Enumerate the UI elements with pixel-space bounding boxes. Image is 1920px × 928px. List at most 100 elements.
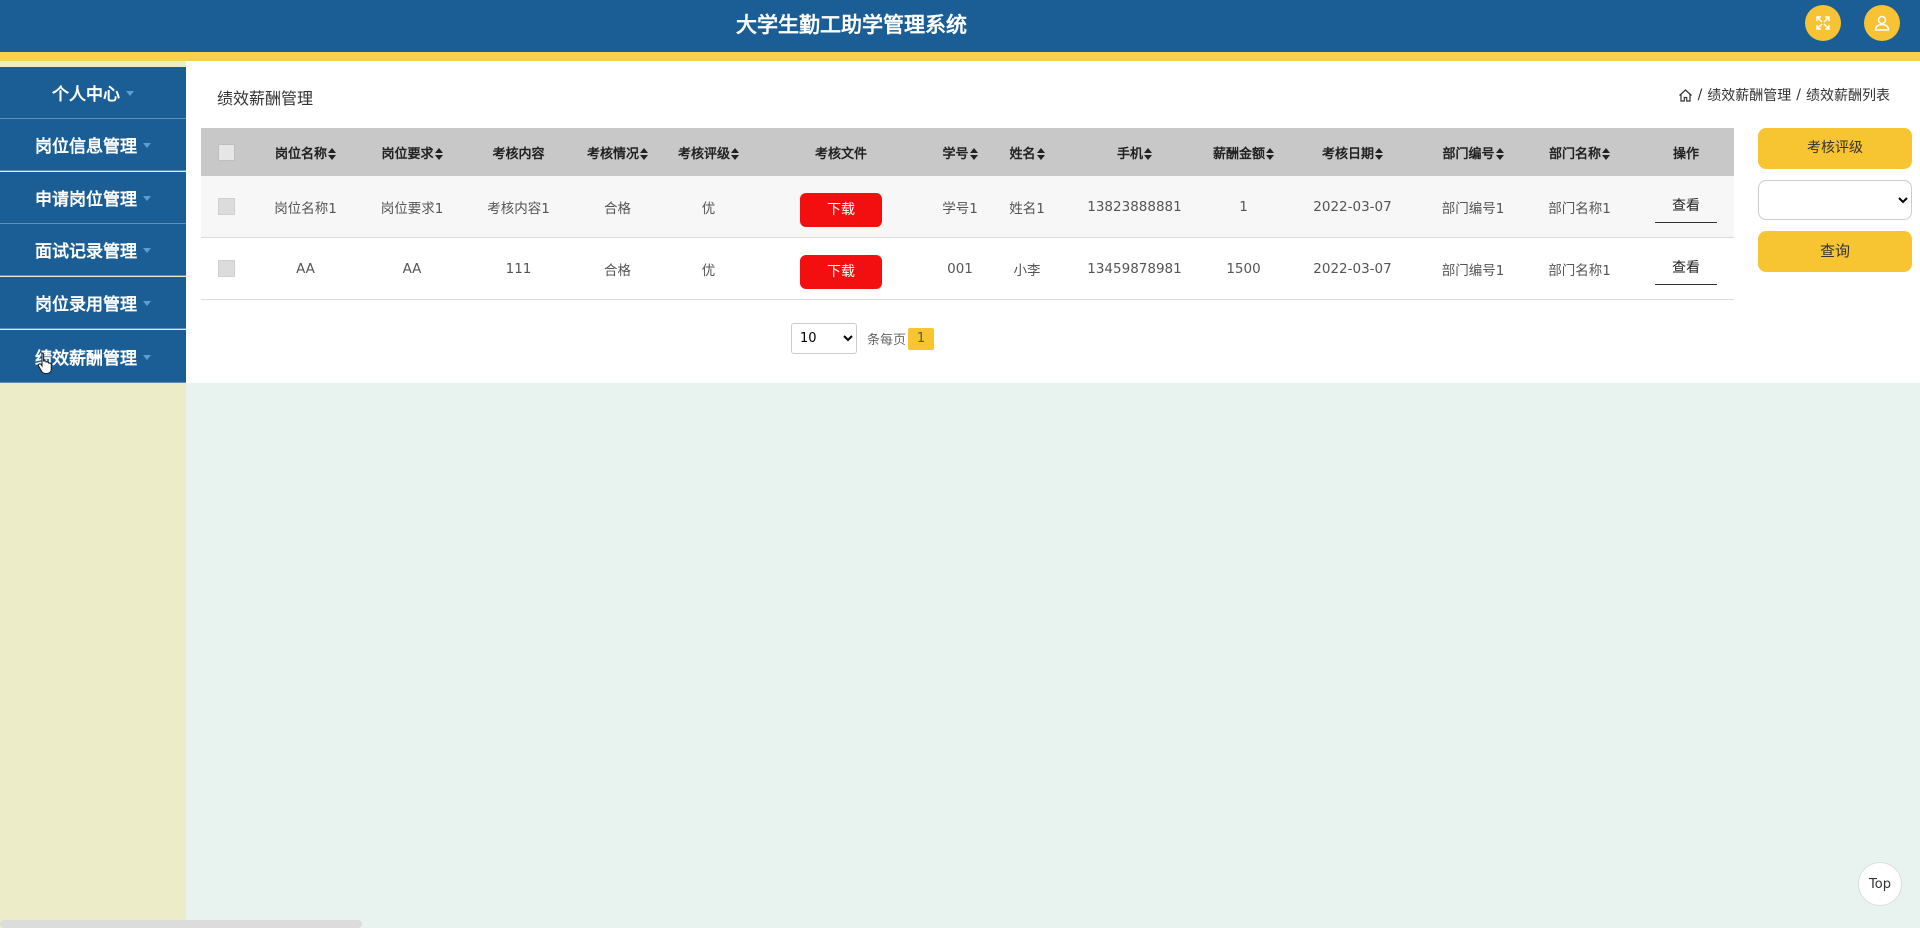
horizontal-scrollbar[interactable] <box>0 920 362 928</box>
sidebar-item-job-application[interactable]: 申请岗位管理 <box>0 172 186 224</box>
page-size-select[interactable]: 10 <box>791 323 857 354</box>
cell-assessment-date: 2022-03-07 <box>1280 237 1425 300</box>
chevron-down-icon <box>126 91 134 96</box>
column-header[interactable]: 部门名称 <box>1521 128 1638 176</box>
cell-assessment-content: 111 <box>465 237 572 300</box>
page-number-current[interactable]: 1 <box>908 327 935 350</box>
view-button[interactable]: 查看 <box>1655 257 1717 285</box>
sort-icon[interactable] <box>731 148 739 160</box>
sidebar-item-job-hiring[interactable]: 岗位录用管理 <box>0 277 186 329</box>
cell-salary: 1 <box>1207 176 1280 238</box>
column-header[interactable]: 考核评级 <box>663 128 754 176</box>
sidebar-item-label: 个人中心 <box>52 85 120 105</box>
column-header[interactable]: 手机 <box>1062 128 1207 176</box>
page-title: 绩效薪酬管理 <box>217 89 314 108</box>
column-header[interactable]: 考核情况 <box>572 128 663 176</box>
breadcrumb: / 绩效薪酬管理 / 绩效薪酬列表 <box>1678 85 1890 105</box>
user-button[interactable] <box>1864 5 1900 41</box>
row-checkbox[interactable] <box>218 198 235 215</box>
cell-salary: 1500 <box>1207 237 1280 300</box>
cell-student-name: 小李 <box>992 237 1062 300</box>
app-title: 大学生勤工助学管理系统 <box>736 13 967 37</box>
fullscreen-button[interactable] <box>1805 5 1841 41</box>
chevron-down-icon <box>143 354 151 360</box>
cell-assessment-content: 考核内容1 <box>465 176 572 238</box>
sidebar-item-label: 申请岗位管理 <box>35 190 137 210</box>
column-header[interactable]: 考核日期 <box>1280 128 1425 176</box>
sort-icon[interactable] <box>1495 148 1504 160</box>
sort-icon[interactable] <box>640 148 648 160</box>
top-bar: 大学生勤工助学管理系统 <box>0 0 1920 52</box>
cell-student-id: 001 <box>928 237 992 300</box>
select-all-checkbox[interactable] <box>218 143 235 161</box>
grade-filter-select[interactable] <box>1758 180 1912 220</box>
sidebar-item-personal-center[interactable]: 个人中心 <box>0 67 186 119</box>
view-button[interactable]: 查看 <box>1655 195 1717 223</box>
cell-assessment-date: 2022-03-07 <box>1280 176 1425 238</box>
table-row: AA AA 111 合格 优 下载 001 小李 13459878981 150… <box>201 237 1734 300</box>
column-header[interactable]: 岗位要求 <box>359 128 465 176</box>
sort-icon[interactable] <box>434 148 443 160</box>
cell-job-requirement: AA <box>359 237 465 300</box>
back-to-top-button[interactable]: Top <box>1858 862 1902 906</box>
sort-icon[interactable] <box>328 148 336 160</box>
cell-dept-name: 部门名称1 <box>1521 176 1638 238</box>
sidebar-item-performance-salary[interactable]: 绩效薪酬管理 <box>0 330 186 383</box>
pagination: 10 条每页 1 <box>791 323 935 354</box>
download-button[interactable]: 下载 <box>800 254 882 289</box>
home-icon[interactable] <box>1678 88 1693 103</box>
content-panel: 绩效薪酬管理 / 绩效薪酬管理 / 绩效薪酬列表 岗位名称 岗位要求 考核内容 … <box>186 61 1920 383</box>
table-row: 岗位名称1 岗位要求1 考核内容1 合格 优 下载 学号1 姓名1 138238… <box>201 176 1734 238</box>
filter-grade-label: 考核评级 <box>1758 128 1912 169</box>
column-header[interactable]: 学号 <box>928 128 992 176</box>
cell-assessment-status: 合格 <box>572 237 663 300</box>
sidebar-item-label: 面试记录管理 <box>35 242 137 262</box>
column-header: 考核内容 <box>465 128 572 176</box>
breadcrumb-item-salary-list: 绩效薪酬列表 <box>1806 88 1890 104</box>
cell-assessment-grade: 优 <box>663 176 754 238</box>
sort-icon[interactable] <box>1266 148 1274 160</box>
per-page-label: 条每页 <box>867 333 907 348</box>
download-button[interactable]: 下载 <box>800 192 882 227</box>
breadcrumb-separator: / <box>1697 87 1703 103</box>
cell-dept-no: 部门编号1 <box>1425 176 1521 238</box>
table-header-row: 岗位名称 岗位要求 考核内容 考核情况 考核评级 考核文件 学号 姓名 手机 薪… <box>201 128 1734 176</box>
sort-icon[interactable] <box>1602 148 1610 160</box>
sort-icon[interactable] <box>969 148 978 160</box>
sort-icon[interactable] <box>1375 148 1383 160</box>
chevron-down-icon <box>143 301 151 306</box>
cell-job-name: 岗位名称1 <box>252 176 359 238</box>
cell-phone: 13459878981 <box>1062 237 1207 300</box>
sort-icon[interactable] <box>1144 148 1152 160</box>
sidebar-item-label: 岗位信息管理 <box>35 137 137 157</box>
cell-dept-name: 部门名称1 <box>1521 237 1638 300</box>
sidebar-item-label: 岗位录用管理 <box>35 295 137 315</box>
mouse-cursor-icon <box>37 352 52 374</box>
column-header: 考核文件 <box>754 128 928 176</box>
cell-job-requirement: 岗位要求1 <box>359 176 465 238</box>
breadcrumb-separator: / <box>1796 87 1801 103</box>
user-icon <box>1874 15 1890 31</box>
breadcrumb-item-performance-salary[interactable]: 绩效薪酬管理 <box>1707 85 1791 105</box>
sort-icon[interactable] <box>1036 148 1045 160</box>
column-header[interactable]: 姓名 <box>992 128 1062 176</box>
sidebar: 个人中心 岗位信息管理 申请岗位管理 面试记录管理 岗位录用管理 绩效薪酬管理 <box>0 61 186 928</box>
column-header[interactable]: 薪酬金额 <box>1207 128 1280 176</box>
column-header[interactable]: 岗位名称 <box>252 128 359 176</box>
search-button[interactable]: 查询 <box>1758 231 1912 272</box>
cell-student-name: 姓名1 <box>992 176 1062 238</box>
column-header[interactable]: 部门编号 <box>1425 128 1521 176</box>
select-all-cell <box>201 128 252 176</box>
cell-assessment-status: 合格 <box>572 176 663 238</box>
chevron-down-icon <box>143 248 151 253</box>
cell-job-name: AA <box>252 237 359 300</box>
row-checkbox[interactable] <box>218 260 235 277</box>
cell-dept-no: 部门编号1 <box>1425 237 1521 300</box>
fullscreen-icon <box>1816 16 1830 30</box>
cell-assessment-grade: 优 <box>663 237 754 300</box>
sidebar-item-job-info[interactable]: 岗位信息管理 <box>0 119 186 171</box>
sidebar-item-interview-records[interactable]: 面试记录管理 <box>0 224 186 276</box>
column-header: 操作 <box>1638 128 1734 176</box>
header-accent-stripe <box>0 52 1920 61</box>
cell-student-id: 学号1 <box>928 176 992 238</box>
